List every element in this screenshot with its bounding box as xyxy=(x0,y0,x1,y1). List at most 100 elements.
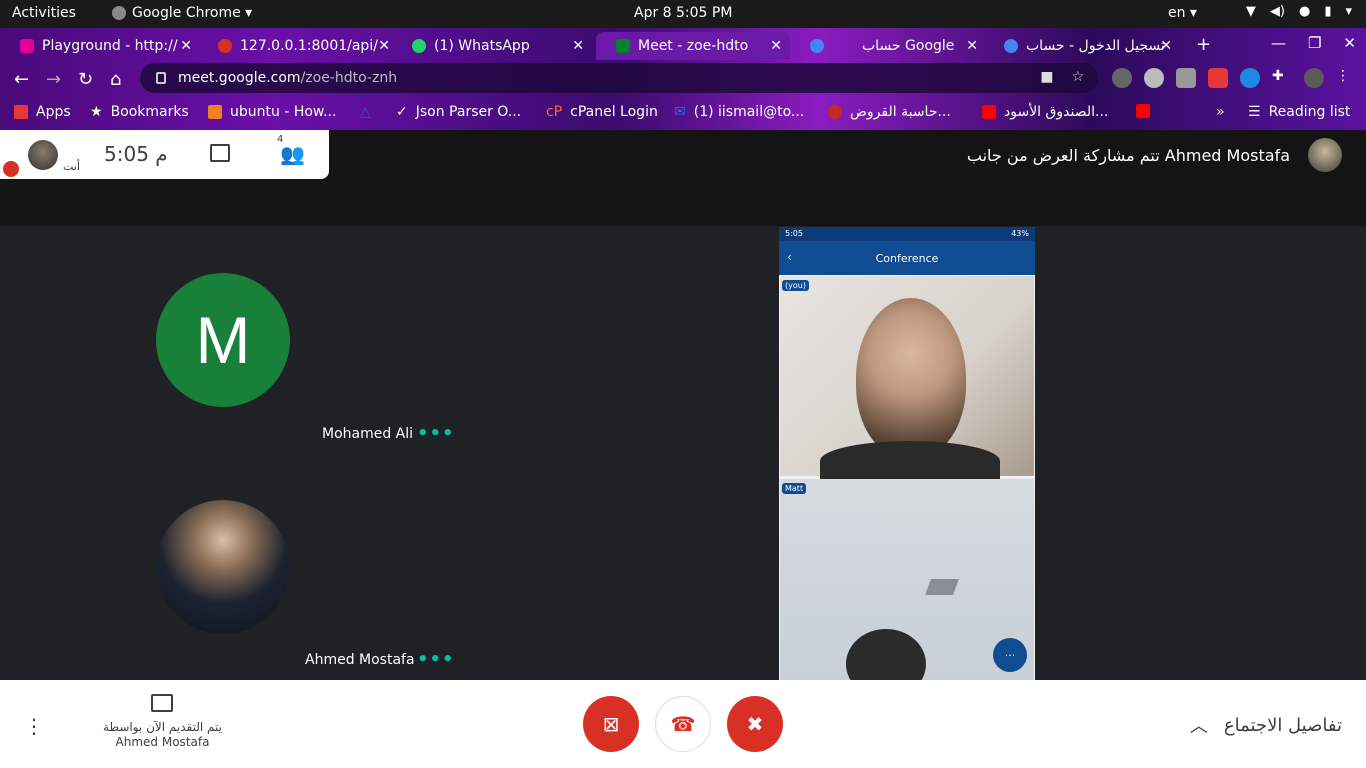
close-icon[interactable]: ✕ xyxy=(966,38,978,54)
back-button[interactable]: ← xyxy=(14,69,29,90)
tab-whatsapp[interactable]: (1) WhatsApp ✕ xyxy=(392,32,592,60)
mic-off-icon xyxy=(3,161,19,177)
presenting-line: يتم التقديم الآن بواسطة xyxy=(103,720,222,734)
tab-playground[interactable]: Playground - http:// ✕ xyxy=(0,32,200,60)
close-icon[interactable]: ✕ xyxy=(1160,38,1172,54)
bookmark-cpanel[interactable]: cP cPanel Login xyxy=(546,104,658,120)
bookmark-black-box[interactable]: الصندوق الأسود... xyxy=(982,104,1108,120)
chrome-icon xyxy=(112,6,126,20)
star-icon: ★ xyxy=(90,104,103,120)
camera-off-button[interactable]: ⊠ xyxy=(583,696,639,752)
tab-google-signin[interactable]: تسجيل الدخول - حساب ✕ xyxy=(984,32,1180,60)
url-host: meet.google.com xyxy=(178,70,301,86)
menu-icon[interactable]: ⋮ xyxy=(1336,68,1356,88)
shoulders-image xyxy=(820,441,1000,481)
stackexchange-icon xyxy=(208,105,222,119)
conference-title: Conference xyxy=(875,251,939,265)
recording-icon xyxy=(218,39,232,53)
desktop-top-bar: Activities Google Chrome ▾ Apr 8 5:05 PM… xyxy=(0,0,1366,28)
phone-more-button: ··· xyxy=(993,638,1027,672)
meeting-details-button[interactable]: ︿ تفاصيل الاجتماع xyxy=(1190,712,1342,738)
system-clock[interactable]: Apr 8 5:05 PM xyxy=(634,5,732,21)
profile-avatar[interactable] xyxy=(1304,68,1324,88)
self-avatar xyxy=(28,140,58,170)
forward-button[interactable]: → xyxy=(46,69,61,90)
camera-icon[interactable]: ■ xyxy=(1040,69,1053,85)
close-icon[interactable]: ✕ xyxy=(770,38,782,54)
puzzle-icon[interactable]: ✚ xyxy=(1272,68,1292,88)
presenter-banner: تتم مشاركة العرض من جانب Ahmed Mostafa xyxy=(966,146,1290,165)
present-screen-icon[interactable] xyxy=(151,694,173,712)
star-icon[interactable]: ☆ xyxy=(1071,69,1084,85)
app-name: Google Chrome ▾ xyxy=(132,5,253,21)
phone-status-bar: 5:05 43% xyxy=(779,227,1035,241)
mic-off-icon: ✖ xyxy=(746,712,764,736)
you-tag: (you) xyxy=(782,280,809,291)
tab-label: Playground - http:// xyxy=(42,38,178,54)
extension-icon[interactable] xyxy=(1240,68,1260,88)
presenting-status: يتم التقديم الآن بواسطة Ahmed Mostafa xyxy=(60,720,265,750)
youtube-icon xyxy=(982,105,996,119)
phone-battery: 43% xyxy=(1011,229,1029,238)
tab-label: (1) WhatsApp xyxy=(434,38,530,54)
bookmark-triangle[interactable]: △ xyxy=(360,104,371,120)
close-icon[interactable]: ✕ xyxy=(378,38,390,54)
volume-icon: ◀) xyxy=(1269,4,1285,19)
google-icon xyxy=(1004,39,1018,53)
mic-off-button[interactable]: ✖ xyxy=(727,696,783,752)
whatsapp-icon xyxy=(412,39,426,53)
url-path: /zoe-hdto-znh xyxy=(300,70,398,86)
phone-hangup-icon: ☎ xyxy=(670,712,696,736)
maximize-button[interactable]: ❐ xyxy=(1308,34,1321,52)
bookmark-youtube[interactable] xyxy=(1136,104,1150,118)
extensions-area: ✚ ⋮ xyxy=(1112,68,1356,88)
bookmarks-bar: Apps ★ Bookmarks ubuntu - How... △ ✓ Json … xyxy=(0,96,1366,130)
close-window-button[interactable]: ✕ xyxy=(1343,34,1356,52)
bookmark-ubuntu[interactable]: ubuntu - How... xyxy=(208,104,336,120)
tab-google-account[interactable]: حساب Google ✕ xyxy=(790,32,986,60)
minimize-button[interactable]: — xyxy=(1271,34,1286,52)
reading-list-button[interactable]: ☰ Reading list xyxy=(1248,104,1350,120)
extension-icon[interactable] xyxy=(1208,68,1228,88)
video-feed-self: (you) xyxy=(780,276,1034,481)
tab-meet[interactable]: Meet - zoe-hdto ✕ xyxy=(596,32,790,60)
bookmark-json-parser[interactable]: ✓ Json Parser O... xyxy=(396,104,521,120)
activities-button[interactable]: Activities xyxy=(12,5,76,21)
bookmark-apps[interactable]: Apps xyxy=(14,104,71,120)
close-icon[interactable]: ✕ xyxy=(180,38,192,54)
more-options-icon[interactable]: ••• xyxy=(417,649,455,670)
bookmark-bookmarks[interactable]: ★ Bookmarks xyxy=(90,104,189,120)
head-image xyxy=(846,629,926,680)
screenshot-icon[interactable] xyxy=(1176,68,1196,88)
extension-icon[interactable] xyxy=(1144,68,1164,88)
leave-call-button[interactable]: ☎ xyxy=(655,696,711,752)
back-icon: ‹ xyxy=(787,250,792,264)
apps-grid-icon xyxy=(14,105,28,119)
extension-icon[interactable] xyxy=(1112,68,1132,88)
battery-icon: ▮ xyxy=(1324,4,1332,19)
google-icon xyxy=(810,39,824,53)
camera-off-icon: ⊠ xyxy=(602,712,620,736)
reload-button[interactable]: ↻ xyxy=(78,69,93,90)
chat-icon[interactable] xyxy=(210,144,230,162)
close-icon[interactable]: ✕ xyxy=(572,38,584,54)
bookmark-loan-calc[interactable]: حاسبة القروض... xyxy=(828,104,951,120)
home-button[interactable]: ⌂ xyxy=(110,69,121,90)
more-bookmarks-button[interactable]: » xyxy=(1216,104,1225,120)
shared-screen: 5:05 43% ‹ Conference (you) Matt ··· xyxy=(779,227,1035,680)
language-indicator[interactable]: en ▾ xyxy=(1168,5,1197,21)
tab-strip: Playground - http:// ✕ 127.0.0.1:8001/ap… xyxy=(0,28,1366,60)
tab-localhost[interactable]: 127.0.0.1:8001/api/ ✕ xyxy=(198,32,398,60)
new-tab-button[interactable]: + xyxy=(1196,34,1211,55)
ceiling-lamp-image xyxy=(925,579,959,595)
more-options-icon[interactable]: ••• xyxy=(417,423,455,444)
phone-time: 5:05 xyxy=(785,229,803,238)
bookmark-mail[interactable]: ✉ (1) iismail@to... xyxy=(674,104,804,120)
app-menu[interactable]: Google Chrome ▾ xyxy=(112,5,252,21)
system-tray[interactable]: ▼ ◀) ● ▮ ▾ xyxy=(1246,4,1352,19)
wifi-icon: ▼ xyxy=(1245,4,1256,19)
people-icon[interactable]: 👥 xyxy=(280,142,305,166)
address-bar[interactable]: meet.google.com /zoe-hdto-znh ■ ☆ xyxy=(140,63,1098,93)
participant-avatar: M xyxy=(156,273,290,407)
more-options-button[interactable]: ⋮ xyxy=(24,714,44,738)
